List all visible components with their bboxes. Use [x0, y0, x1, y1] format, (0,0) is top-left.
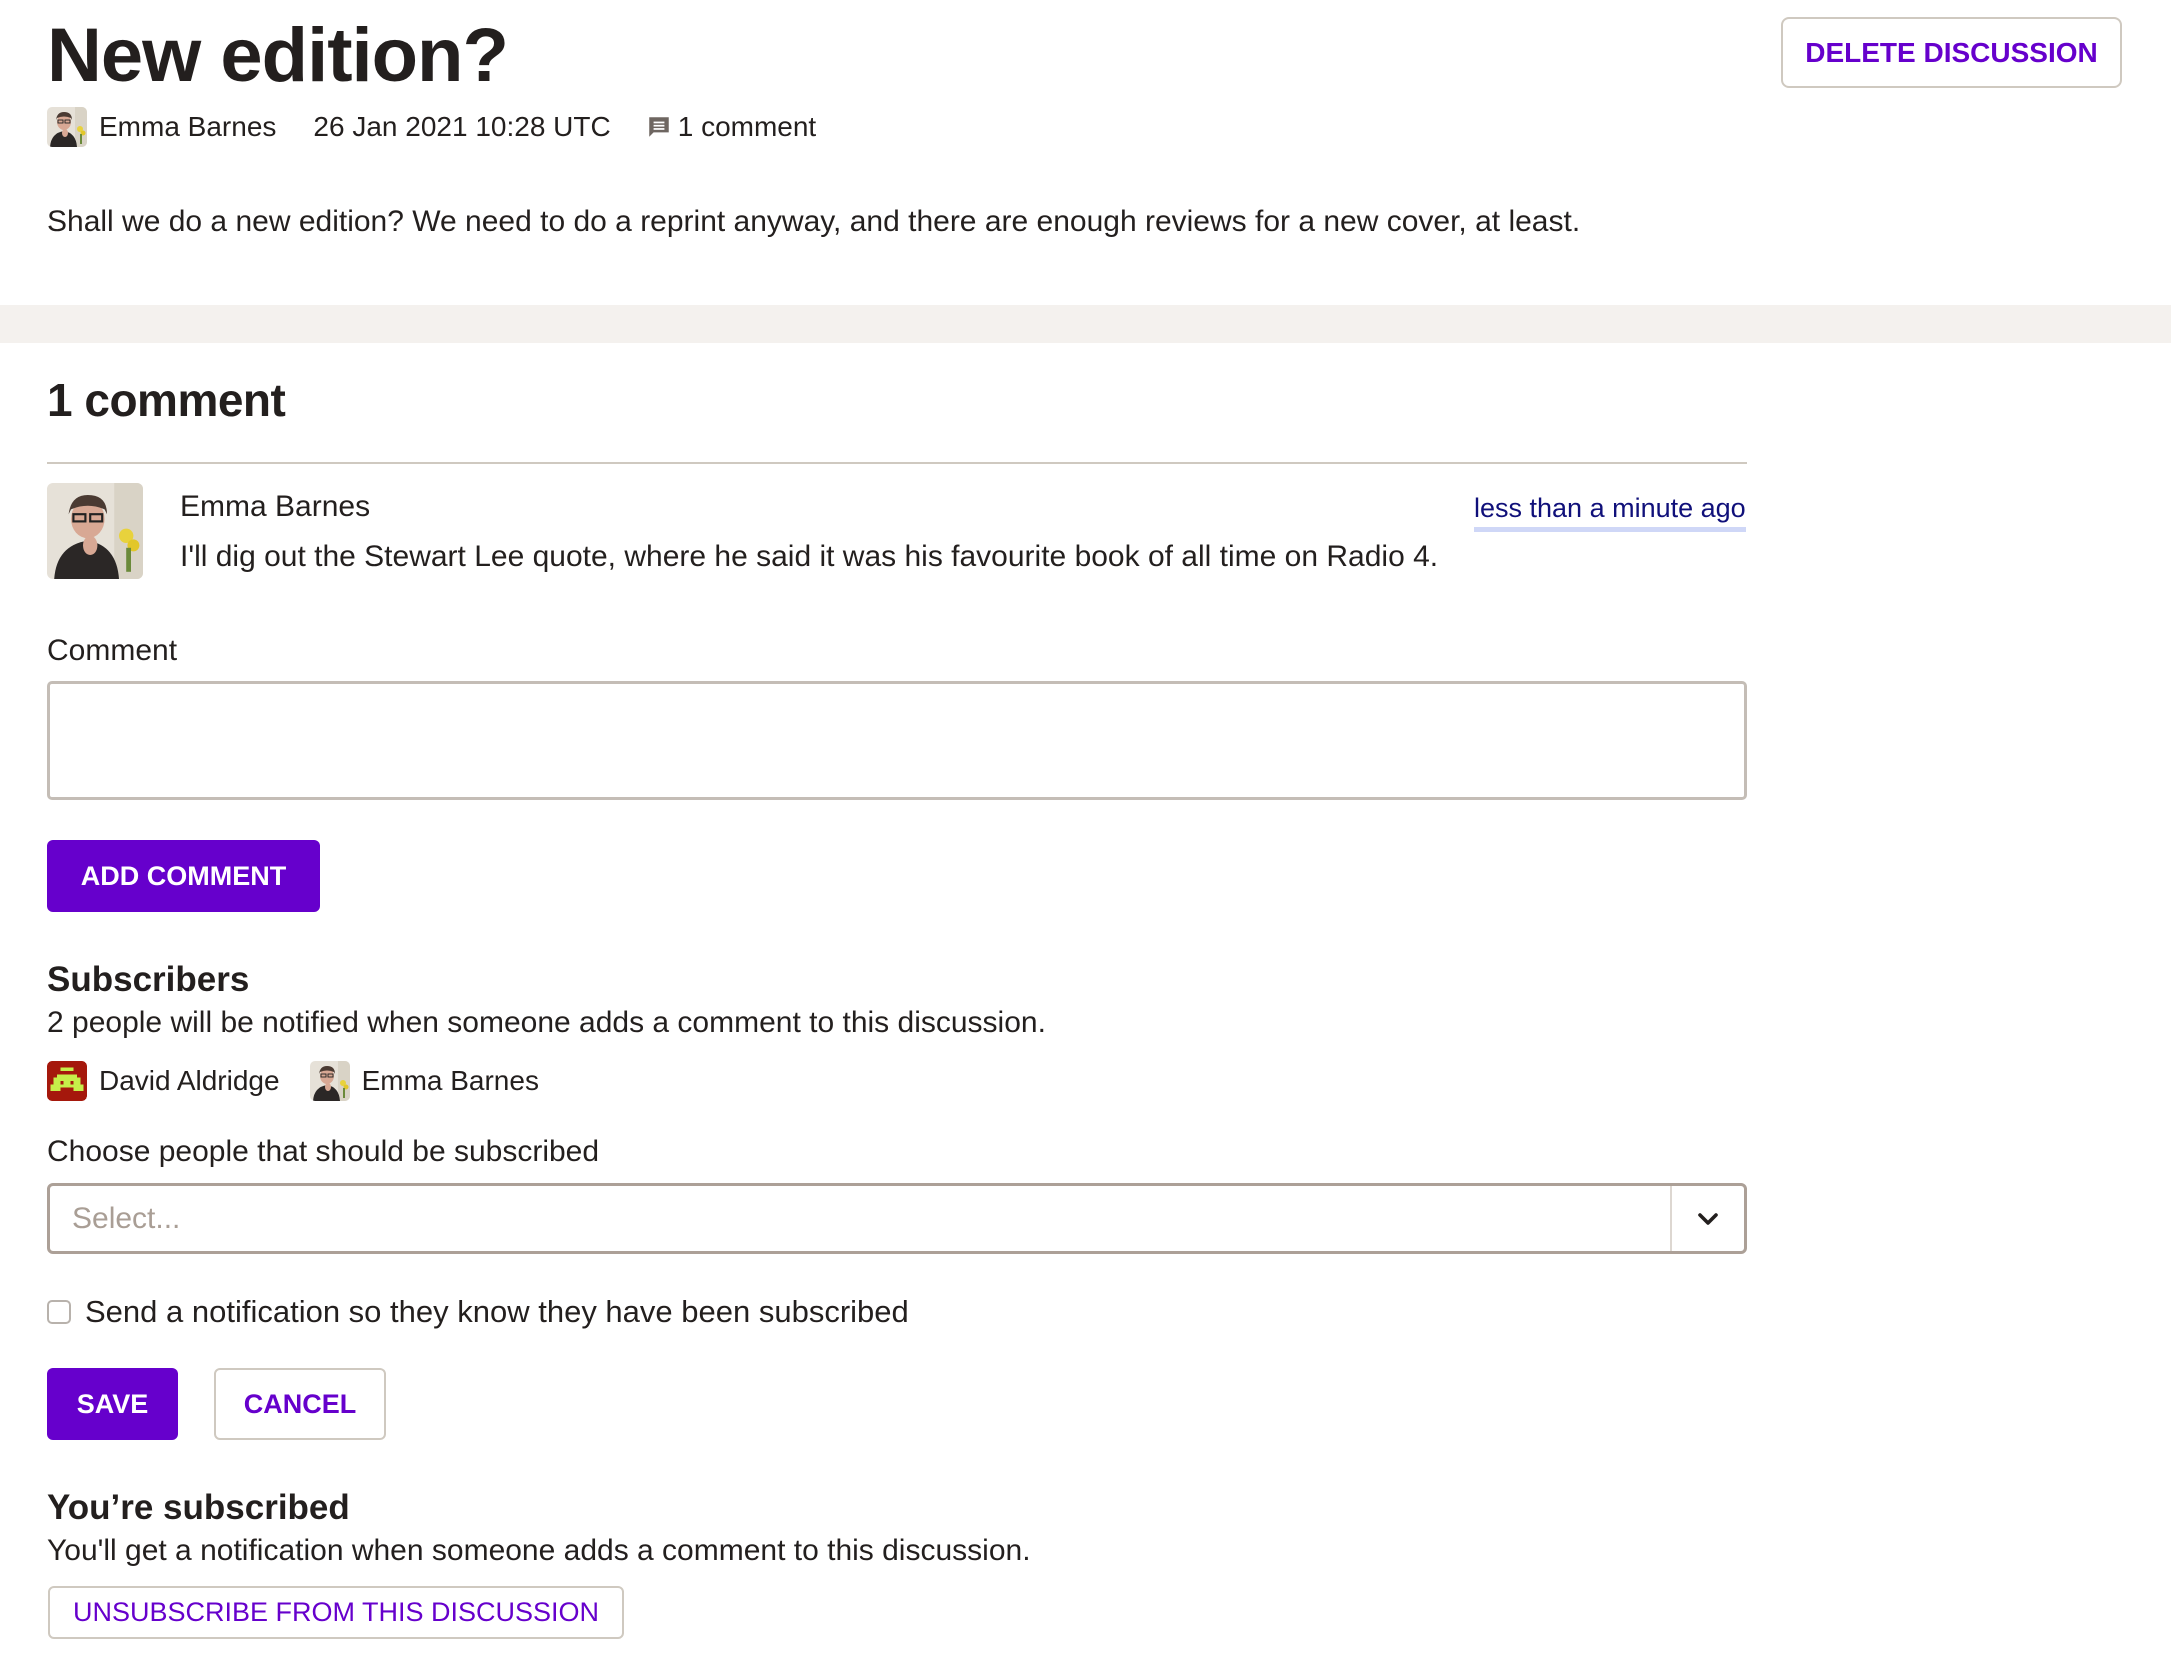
discussion-author: Emma Barnes	[99, 111, 277, 142]
photo-avatar	[310, 1061, 350, 1101]
discussion-date: 26 Jan 2021 10:28 UTC	[313, 111, 611, 142]
delete-discussion-button[interactable]: DELETE DISCUSSION	[1781, 17, 2122, 88]
unsubscribe-button[interactable]: UNSUBSCRIBE FROM THIS DISCUSSION	[48, 1586, 624, 1639]
comments-heading: 1 comment	[47, 374, 286, 426]
comment-author: Emma Barnes	[180, 490, 371, 523]
author-avatar	[47, 107, 87, 147]
comment-text: I'll dig out the Stewart Lee quote, wher…	[180, 540, 1439, 573]
discussion-body: Shall we do a new edition? We need to do…	[47, 205, 1581, 238]
space-invader-avatar	[47, 1061, 87, 1101]
save-button[interactable]: SAVE	[47, 1368, 178, 1440]
subscribers-description: 2 people will be notified when someone a…	[47, 1006, 1046, 1039]
notify-checkbox-label[interactable]: Send a notification so they know they ha…	[85, 1294, 909, 1330]
comment-count: 1 comment	[677, 111, 817, 142]
select-placeholder[interactable]: Select...	[50, 1186, 1670, 1251]
discussion-title: New edition?	[47, 13, 509, 98]
notify-checkbox[interactable]	[47, 1300, 71, 1324]
subscription-description: You'll get a notification when someone a…	[47, 1534, 1031, 1567]
subscriber-name: David Aldridge	[99, 1065, 280, 1096]
subscribers-select[interactable]: Select...	[47, 1183, 1747, 1254]
section-separator	[0, 305, 2171, 343]
comment-icon	[646, 113, 674, 141]
choose-subscribers-label: Choose people that should be subscribed	[47, 1135, 600, 1168]
add-comment-button[interactable]: ADD COMMENT	[47, 840, 320, 912]
subscribers-heading: Subscribers	[47, 960, 250, 999]
discussion-meta: Emma Barnes 26 Jan 2021 10:28 UTC 1 comm…	[47, 107, 816, 147]
chevron-down-icon[interactable]	[1672, 1186, 1744, 1251]
comments-divider	[47, 462, 1747, 464]
comment-author-avatar	[47, 483, 143, 579]
comment-input[interactable]	[47, 681, 1747, 800]
cancel-button[interactable]: CANCEL	[214, 1368, 386, 1440]
subscription-heading: You’re subscribed	[47, 1488, 350, 1527]
comment-timestamp-link[interactable]: less than a minute ago	[1474, 489, 1746, 532]
comment-field-label: Comment	[47, 634, 178, 667]
notify-checkbox-row[interactable]: Send a notification so they know they ha…	[47, 1291, 909, 1333]
subscriber-name: Emma Barnes	[361, 1065, 539, 1096]
subscriber-list: David Aldridge Emma Barnes	[47, 1061, 539, 1101]
